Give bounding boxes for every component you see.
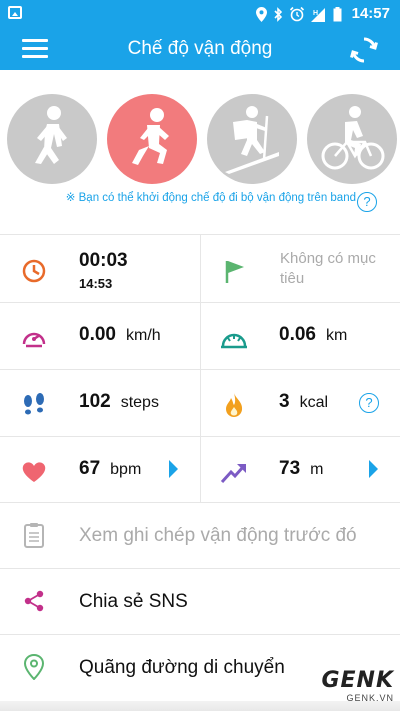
hiking-person-icon [225,106,279,174]
calories-stat: 3 kcal ? [200,369,400,436]
list-item-share[interactable]: Chia sẻ SNS [0,568,400,634]
speed-readout: 0.00 km/h [79,324,161,346]
calories-readout: 3 kcal [279,391,328,413]
location-icon [256,6,267,22]
band-hint-text: ※ Bạn có thể khởi động chế độ đi bộ vận … [65,192,356,204]
alarm-icon [289,6,305,22]
altitude-readout: 73 m [279,458,323,480]
distance-stat: 0.06 km [200,302,400,369]
heart-rate-unit: bpm [110,461,142,478]
calories-help-icon[interactable]: ? [359,393,379,413]
mode-running-button[interactable] [107,94,197,184]
trend-up-icon [220,464,246,484]
duration-stat: 00:03 14:53 [0,235,200,302]
speed-stat: 0.00 km/h [0,302,200,369]
clock-icon [22,259,46,283]
steps-stat: 102 steps [0,369,200,436]
steps-readout: 102 steps [79,391,159,413]
duration-value: 00:03 [79,250,128,271]
page-title: Chế độ vận động [127,38,273,59]
clipboard-icon [24,523,44,548]
calories-unit: kcal [299,394,329,411]
flame-icon [226,393,243,417]
calories-value: 3 [279,391,290,412]
distance-value: 0.06 [279,324,316,345]
bluetooth-icon [274,6,283,22]
altitude-value: 73 [279,458,301,479]
mode-walking-button[interactable] [7,94,97,184]
steps-unit: steps [120,394,159,411]
app-bar: Chế độ vận động [0,28,400,70]
map-pin-icon [23,654,45,680]
stats-grid: 00:03 14:53 Không có mục tiêu 0.00 km/h 0… [0,234,400,504]
mode-cycling-button[interactable] [307,94,397,184]
sync-icon[interactable] [350,36,378,64]
heart-rate-stat[interactable]: 67 bpm [0,436,200,503]
heart-icon [22,462,46,482]
watermark-logo: GENK [321,668,394,693]
steps-value: 102 [79,391,111,412]
altitude-detail-arrow-icon[interactable] [369,460,378,478]
activity-mode-selector [0,84,400,194]
altitude-unit: m [310,461,324,478]
hint-help-icon[interactable]: ? [357,192,377,212]
speed-value: 0.00 [79,324,116,345]
watermark-site: GENK.VN [346,693,394,703]
list-item-history[interactable]: Xem ghi chép vận động trước đó [0,502,400,568]
start-time: 14:53 [79,276,113,291]
exercise-person-icon [132,108,169,165]
route-label: Quãng đường di chuyển [79,657,285,678]
signal-icon: H [311,7,325,22]
share-label: Chia sẻ SNS [79,591,188,612]
status-icons: H [256,5,342,23]
share-icon [24,590,44,612]
goal-text: Không có mục tiêu [280,250,376,287]
heart-rate-readout: 67 bpm [79,458,141,480]
distance-unit: km [325,327,348,344]
walking-person-icon [35,106,67,164]
heart-rate-value: 67 [79,458,101,479]
network-type-label: H [313,10,318,17]
footsteps-icon [24,393,44,415]
distance-readout: 0.06 km [279,324,347,346]
speedometer-icon [22,332,46,348]
heart-rate-detail-arrow-icon[interactable] [169,460,178,478]
speed-unit: km/h [125,327,161,344]
goal-stat: Không có mục tiêu [200,235,400,302]
watermark: GENK GENK.VN [321,668,394,703]
altitude-stat[interactable]: 73 m [200,436,400,503]
cycling-person-icon [321,106,385,170]
history-label: Xem ghi chép vận động trước đó [79,525,357,546]
flag-icon [225,261,244,283]
battery-icon [333,6,342,21]
status-bar: H 14:57 [0,0,400,28]
gallery-notification-icon [8,6,22,19]
distance-gauge-icon [221,333,247,349]
status-time: 14:57 [351,5,390,22]
mode-hiking-button[interactable] [207,94,297,184]
